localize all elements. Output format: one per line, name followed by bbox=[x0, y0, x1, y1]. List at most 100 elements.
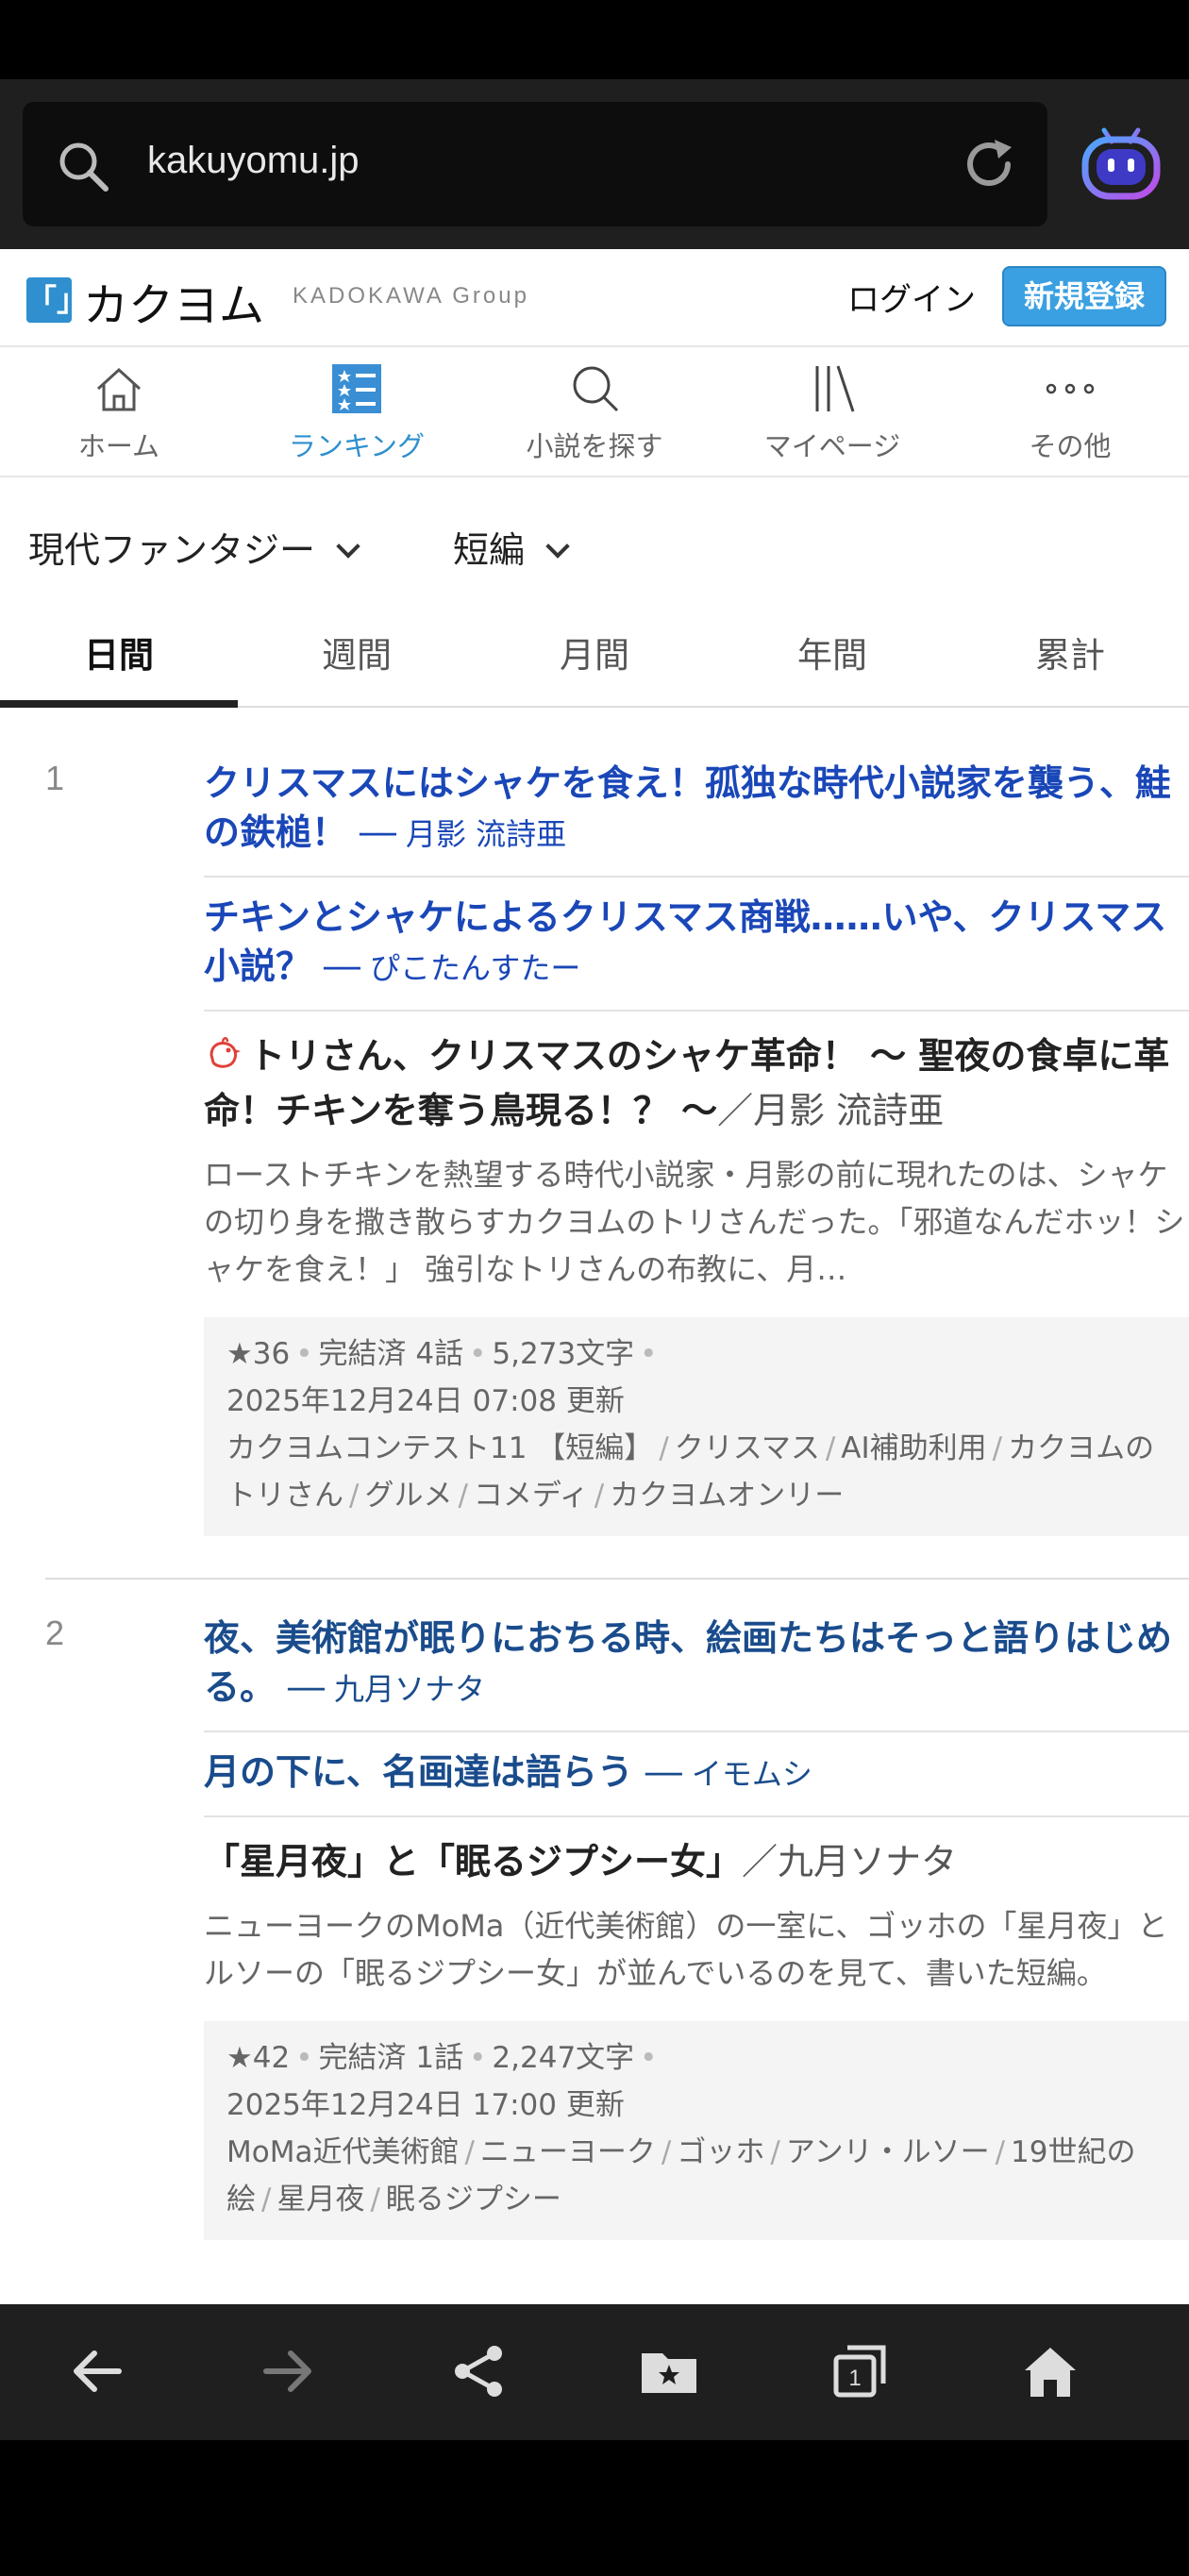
nav-label: 小説を探す bbox=[526, 430, 663, 462]
updated-date: 2025年12月24日 07:08 更新 bbox=[226, 1384, 625, 1418]
assistant-icon[interactable] bbox=[1078, 121, 1164, 208]
login-link[interactable]: ログイン bbox=[847, 274, 976, 320]
work-status: 完結済 4話 bbox=[318, 1337, 464, 1371]
logo-mark[interactable]: 「」 bbox=[26, 277, 87, 323]
nav-home[interactable]: ホーム bbox=[0, 347, 238, 476]
tag[interactable]: ゴッホ bbox=[677, 2135, 764, 2169]
work-status: 完結済 1話 bbox=[318, 2041, 464, 2075]
tag[interactable]: コメディ bbox=[474, 1479, 589, 1513]
review-link[interactable]: 月の下に、名画達は語らう ── イモムシ bbox=[204, 1748, 1189, 1817]
browser-toolbar: kakuyomu.jp bbox=[0, 79, 1189, 249]
tag-list: MoMa近代美術館 / ニューヨーク / ゴッホ / アンリ・ルソー/19世紀の絵 / 星月夜 /… bbox=[226, 2135, 1136, 2216]
tab-monthly[interactable]: 月間 bbox=[476, 600, 713, 706]
signup-button[interactable]: 新規登録 bbox=[1002, 266, 1166, 326]
nav-label: ランキング bbox=[288, 430, 426, 462]
mypage-icon bbox=[815, 365, 855, 412]
char-count: 2,247文字 bbox=[492, 2041, 635, 2075]
tag[interactable]: AI補助利用 bbox=[841, 1431, 986, 1465]
search-icon bbox=[59, 142, 109, 192]
tab-weekly[interactable]: 週間 bbox=[238, 600, 476, 706]
bookmark-folder-icon bbox=[642, 2353, 696, 2393]
more-icon bbox=[1046, 383, 1095, 394]
period-tabs: 日間 週間 月間 年間 累計 bbox=[0, 600, 1189, 708]
review-author: ── 月影 流詩亜 bbox=[360, 816, 567, 852]
back-button[interactable] bbox=[0, 2304, 191, 2440]
review-title: クリスマスにはシャケを食え！孤独な時代小説家を襲う、鮭の鉄槌！ bbox=[204, 762, 1171, 853]
forward-button[interactable] bbox=[191, 2304, 381, 2440]
site-logo[interactable]: カクヨム bbox=[83, 268, 264, 334]
entry-body: 夜、美術館が眠りにおちる時、絵画たちはそっと語りはじめる。 ── 九月ソナタ 月… bbox=[204, 1614, 1189, 2240]
work-catchphrase: ニューヨークのMoMa（近代美術館）の一室に、ゴッホの「星月夜」とルソーの「眠る… bbox=[204, 1908, 1168, 1991]
work-catchphrase: ローストチキンを熱望する時代小説家・月影の前に現れたのは、シャケの切り身を撒き散… bbox=[204, 1157, 1185, 1287]
review-link[interactable]: クリスマスにはシャケを食え！孤独な時代小説家を襲う、鮭の鉄槌！ ── 月影 流詩… bbox=[204, 759, 1189, 878]
work-meta: ★42 • 完結済 1話 • 2,247文字 • 2025年12月24日 17:00 更新… bbox=[204, 2021, 1189, 2240]
work-title: トリさん、クリスマスのシャケ革命！ 〜 聖夜の食卓に革命！チキンを奪う鳥現る！？… bbox=[204, 1035, 1170, 1131]
site-header: 「」 カクヨム KADOKAWA Group ログイン 新規登録 bbox=[0, 249, 1189, 347]
chevron-down-icon bbox=[336, 534, 360, 559]
tag[interactable]: カクヨムオンリー bbox=[610, 1479, 844, 1513]
home-button[interactable] bbox=[953, 2304, 1144, 2440]
status-bar bbox=[0, 0, 1189, 79]
tab-count: 1 bbox=[848, 2366, 861, 2391]
review-title: 月の下に、名画達は語らう bbox=[204, 1751, 633, 1793]
star-count: ★42 bbox=[226, 2041, 291, 2075]
ranking-filters: 現代ファンタジー 短編 bbox=[0, 477, 1189, 600]
system-nav-bar bbox=[0, 2440, 1189, 2576]
home-icon bbox=[96, 367, 142, 411]
review-author: ── イモムシ bbox=[645, 1756, 812, 1792]
work-title: 「星月夜」と「眠るジプシー女」 bbox=[204, 1841, 743, 1882]
rank-number: 1 bbox=[45, 759, 65, 797]
browser-bottom-bar: 1 bbox=[0, 2304, 1189, 2440]
arrow-right-icon bbox=[263, 2350, 311, 2392]
work-title-link[interactable]: 「星月夜」と「眠るジプシー女」／九月ソナタ bbox=[204, 1834, 1189, 1889]
bird-icon bbox=[209, 1037, 241, 1068]
work-title-link[interactable]: トリさん、クリスマスのシャケ革命！ 〜 聖夜の食卓に革命！チキンを奪う鳥現る！？… bbox=[204, 1029, 1189, 1138]
nav-label: その他 bbox=[1029, 430, 1112, 462]
work-meta: ★36 • 完結済 4話 • 5,273文字 • 2025年12月24日 07:08 更新… bbox=[204, 1317, 1189, 1536]
nav-search[interactable]: 小説を探す bbox=[476, 347, 713, 476]
site-nav: ホーム ランキング 小説を探す マイページ その他 bbox=[0, 347, 1189, 477]
home-icon bbox=[1025, 2348, 1076, 2397]
share-button[interactable] bbox=[381, 2304, 572, 2440]
logo-subtitle: KADOKAWA Group bbox=[293, 283, 529, 309]
nav-mypage[interactable]: マイページ bbox=[713, 347, 951, 476]
url-text: kakuyomu.jp bbox=[147, 140, 360, 181]
arrow-left-icon bbox=[74, 2350, 122, 2392]
tag[interactable]: MoMa近代美術館 bbox=[226, 2135, 459, 2169]
search-icon bbox=[573, 366, 619, 412]
web-page: 「」 カクヨム KADOKAWA Group ログイン 新規登録 ホーム ランキ… bbox=[0, 249, 1189, 2304]
ranking-icon bbox=[332, 364, 381, 413]
tag[interactable]: カクヨムコンテスト11 【短編】 bbox=[226, 1431, 653, 1465]
review-author: ── ぴこたんすたー bbox=[324, 950, 581, 986]
work-author: ／九月ソナタ bbox=[742, 1841, 958, 1882]
work-author: ／月影 流詩亜 bbox=[717, 1090, 945, 1131]
nav-ranking[interactable]: ランキング bbox=[238, 347, 476, 476]
share-icon bbox=[455, 2346, 502, 2397]
tab-daily[interactable]: 日間 bbox=[0, 600, 238, 708]
tag[interactable]: ニューヨーク bbox=[480, 2135, 656, 2169]
genre-dropdown[interactable]: 現代ファンタジー bbox=[28, 521, 360, 573]
tag[interactable]: アンリ・ルソー bbox=[786, 2135, 990, 2169]
genre-label: 現代ファンタジー bbox=[28, 529, 316, 571]
tabs-icon: 1 bbox=[833, 2345, 886, 2398]
bookmarks-button[interactable] bbox=[572, 2304, 762, 2440]
length-dropdown[interactable]: 短編 bbox=[453, 521, 570, 573]
nav-more[interactable]: その他 bbox=[951, 347, 1189, 476]
tag[interactable]: クリスマス bbox=[675, 1431, 820, 1465]
tabs-button[interactable]: 1 bbox=[762, 2304, 953, 2440]
nav-label: ホーム bbox=[77, 430, 160, 462]
tab-total[interactable]: 累計 bbox=[951, 600, 1189, 706]
tag[interactable]: 星月夜 bbox=[276, 2183, 364, 2216]
tag-list: カクヨムコンテスト11 【短編】 / クリスマス / AI補助利用 / カクヨムのトリさん /… bbox=[226, 1431, 1155, 1513]
reload-icon[interactable] bbox=[959, 134, 1019, 194]
star-count: ★36 bbox=[226, 1337, 291, 1371]
address-bar[interactable]: kakuyomu.jp bbox=[23, 102, 1047, 226]
review-link[interactable]: 夜、美術館が眠りにおちる時、絵画たちはそっと語りはじめる。 ── 九月ソナタ bbox=[204, 1614, 1189, 1732]
char-count: 5,273文字 bbox=[492, 1337, 635, 1371]
tag[interactable]: グルメ bbox=[364, 1479, 452, 1513]
review-link[interactable]: チキンとシャケによるクリスマス商戦……いや、クリスマス小説？ ── ぴこたんすた… bbox=[204, 893, 1189, 1012]
tab-yearly[interactable]: 年間 bbox=[713, 600, 951, 706]
chevron-down-icon bbox=[545, 534, 570, 559]
tag[interactable]: 眠るジプシー bbox=[386, 2183, 561, 2216]
entry-divider bbox=[45, 1578, 1189, 1580]
